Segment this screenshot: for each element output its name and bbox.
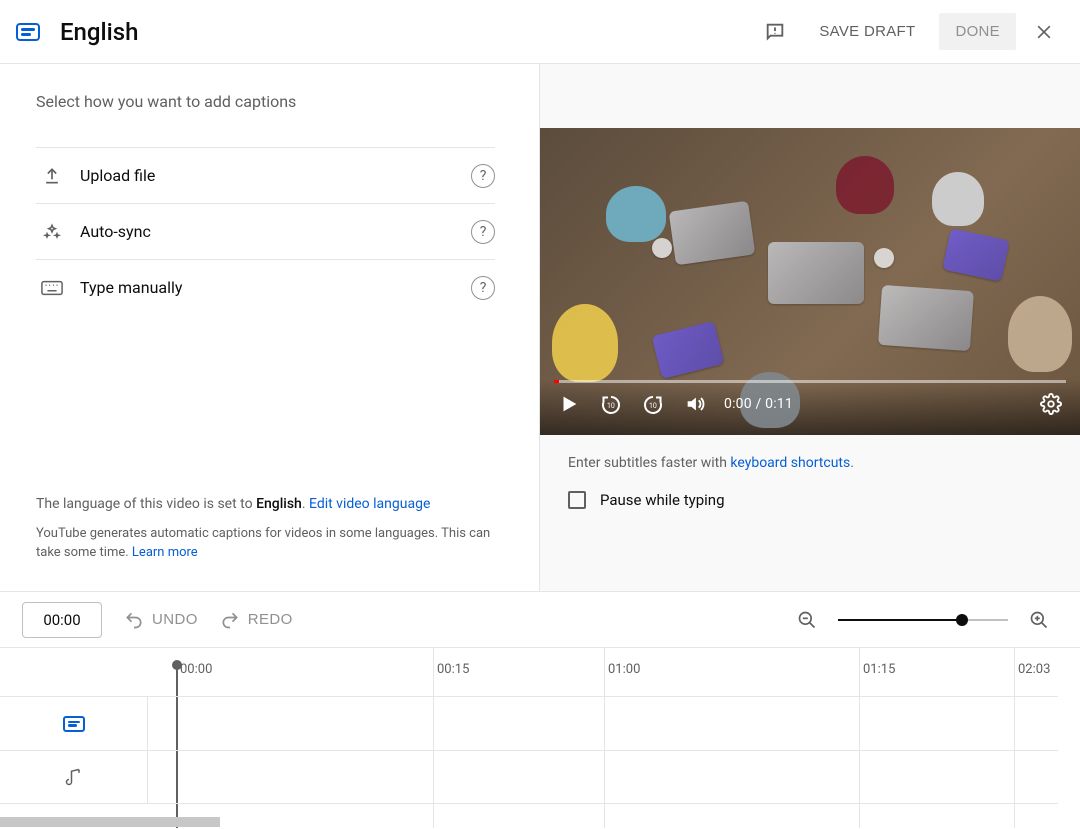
done-button[interactable]: DONE [939,13,1016,50]
zoom-out-icon [797,610,817,630]
timeline-ruler[interactable]: 00:00 00:15 01:00 01:15 02:03 [0,648,1080,696]
page-title: English [60,18,138,46]
checkbox-box-icon [568,491,586,509]
keyboard-shortcuts-link[interactable]: keyboard shortcuts [730,455,850,471]
track-headers [0,696,148,804]
tick-label: 02:03 [1018,662,1050,677]
timeline-toolbar: UNDO REDO [0,591,1080,647]
redo-icon [220,610,240,630]
captions-icon [16,23,40,41]
checkbox-label: Pause while typing [600,491,725,509]
tick-label: 00:15 [437,662,469,677]
hint-suffix: . [850,455,854,471]
help-icon[interactable]: ? [471,164,495,188]
caption-method-panel: Select how you want to add captions Uplo… [0,64,540,591]
video-settings-button[interactable] [1038,391,1064,417]
language-name: English [256,496,302,512]
redo-label: REDO [248,611,293,628]
language-note: The language of this video is set to Eng… [36,494,495,515]
video-controls: 10 10 0:00 / [540,379,1080,435]
rewind-10-button[interactable]: 10 [598,391,624,417]
current-time: 0:00 [724,396,752,412]
option-type-manually[interactable]: Type manually ? [36,259,495,315]
tick-label: 01:15 [863,662,895,677]
forward-10-button[interactable]: 10 [640,391,666,417]
video-time-display: 0:00 / 0:11 [724,396,793,412]
auto-caption-text: YouTube generates automatic captions for… [36,526,490,560]
audio-track[interactable] [148,750,1058,804]
volume-button[interactable] [682,391,708,417]
undo-label: UNDO [152,611,198,628]
svg-text:10: 10 [649,402,657,410]
keyboard-icon [36,280,68,296]
play-icon [558,393,580,415]
edit-language-link[interactable]: Edit video language [309,496,430,512]
duration: 0:11 [765,396,793,412]
music-note-icon [64,767,84,787]
rewind-10-icon: 10 [599,392,623,416]
forward-10-icon: 10 [641,392,665,416]
help-icon[interactable]: ? [471,220,495,244]
preview-panel: 10 10 0:00 / [540,64,1080,591]
zoom-slider[interactable] [838,619,1008,621]
feedback-icon [764,21,786,43]
zoom-controls [794,607,1052,633]
language-note-prefix: The language of this video is set to [36,496,256,512]
undo-icon [124,610,144,630]
content-area: Select how you want to add captions Uplo… [0,64,1080,591]
close-button[interactable] [1024,12,1064,52]
hint-prefix: Enter subtitles faster with [568,455,730,471]
captions-track[interactable] [148,696,1058,750]
gear-icon [1040,393,1062,415]
time-input[interactable] [22,602,102,638]
timeline[interactable]: 00:00 00:15 01:00 01:15 02:03 [0,647,1080,827]
zoom-out-button[interactable] [794,607,820,633]
captions-track-head[interactable] [0,696,147,750]
zoom-in-icon [1029,610,1049,630]
upload-icon [36,166,68,186]
sparkle-icon [36,222,68,242]
svg-text:10: 10 [607,402,615,410]
zoom-in-button[interactable] [1026,607,1052,633]
auto-caption-note: YouTube generates automatic captions for… [36,525,495,563]
option-auto-sync[interactable]: Auto-sync ? [36,203,495,259]
header-bar: English SAVE DRAFT DONE [0,0,1080,64]
video-preview[interactable]: 10 10 0:00 / [540,128,1080,435]
tick-label: 00:00 [180,662,212,677]
shortcut-hint: Enter subtitles faster with keyboard sho… [568,455,1052,471]
redo-button[interactable]: REDO [220,610,293,630]
horizontal-scrollbar[interactable] [0,817,220,827]
undo-button[interactable]: UNDO [124,610,198,630]
method-prompt: Select how you want to add captions [36,92,495,111]
save-draft-button[interactable]: SAVE DRAFT [803,13,931,50]
play-button[interactable] [556,391,582,417]
pause-while-typing-checkbox[interactable]: Pause while typing [568,491,1052,509]
volume-icon [684,393,706,415]
close-icon [1034,22,1054,42]
feedback-button[interactable] [755,12,795,52]
option-upload-file[interactable]: Upload file ? [36,147,495,203]
option-label: Auto-sync [80,222,471,241]
option-label: Type manually [80,278,471,297]
option-label: Upload file [80,166,471,185]
captions-icon [63,716,85,732]
help-icon[interactable]: ? [471,276,495,300]
audio-track-head[interactable] [0,750,147,804]
tick-label: 01:00 [608,662,640,677]
learn-more-link[interactable]: Learn more [132,545,198,560]
language-note-suffix: . [302,496,309,512]
